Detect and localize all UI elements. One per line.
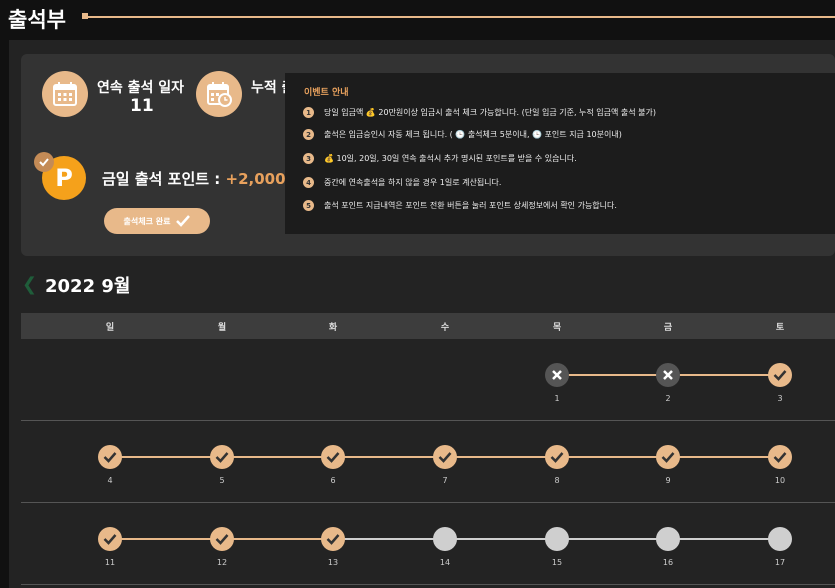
event-item-text: 중간에 연속출석을 하지 않을 경우 1일로 계산됩니다. [324,178,502,187]
title-underline [82,16,835,18]
title-dot [82,13,88,19]
week-divider [21,584,835,585]
calendar-icon [42,71,88,117]
empty-day-marker [433,527,457,551]
weekday-header: 일 월 화 수 목 금 토 [21,313,835,339]
day-connector-line [668,456,780,458]
day-number: 3 [777,394,783,403]
check-icon [98,527,122,551]
weekday-label: 월 [217,323,227,333]
day-connector-line [557,538,668,540]
day-number: 15 [551,558,563,567]
event-item-number: 1 [303,107,314,118]
event-item: 2 출석은 입금승인시 자동 체크 됩니다. ( 🕒 출석체크 5분이내, 🕒 … [303,129,622,140]
day-connector-line [668,538,780,540]
day-connector-line [222,538,333,540]
day-number: 2 [665,394,671,403]
check-icon [210,445,234,469]
day-connector-line [668,374,780,376]
event-item-text: 💰 10일, 20일, 30일 연속 출석시 추가 명시된 포인트를 받을 수 … [324,154,577,163]
day-connector-line [110,456,222,458]
weekday-label: 수 [440,323,450,333]
event-item: 4 중간에 연속출석을 하지 않을 경우 1일로 계산됩니다. [303,177,501,188]
day-number: 12 [216,558,228,567]
check-icon [321,445,345,469]
day-number: 10 [774,476,786,485]
check-icon [656,445,680,469]
day-connector-line [445,456,557,458]
event-info-panel: 이벤트 안내 1 당일 입금액 💰 20만원이상 입금시 출석 체크 가능합니다… [285,73,835,234]
today-points-label: 금일 출석 포인트 : [102,170,221,188]
event-item: 3 💰 10일, 20일, 30일 연속 출석시 추가 명시된 포인트를 받을 … [303,153,577,164]
day-number: 4 [107,476,113,485]
checkmark-icon [176,215,191,227]
day-number: 9 [665,476,671,485]
weekday-label: 금 [663,323,673,333]
event-item-number: 3 [303,153,314,164]
weekday-label: 목 [552,323,562,333]
empty-day-marker [656,527,680,551]
event-item: 1 당일 입금액 💰 20만원이상 입금시 출석 체크 가능합니다. (단일 입… [303,107,656,118]
event-item-number: 2 [303,129,314,140]
attendance-check-button[interactable]: 출석체크 완료 [104,208,210,234]
day-connector-line [557,456,668,458]
week-divider [21,420,835,421]
check-icon [321,527,345,551]
chevron-left-icon[interactable]: ❮ [22,274,37,295]
event-item-number: 4 [303,177,314,188]
weekday-label: 일 [105,323,115,333]
day-number: 1 [554,394,560,403]
event-title: 이벤트 안내 [304,88,349,98]
day-connector-line [222,456,333,458]
check-icon [545,445,569,469]
today-points: 금일 출석 포인트 : +2,000 P [102,168,302,189]
close-icon [656,363,680,387]
close-icon [545,363,569,387]
day-number: 13 [327,558,339,567]
consecutive-attendance-value: 11 [130,96,154,116]
check-icon [34,152,54,172]
attendance-check-button-label: 출석체크 완료 [123,216,171,226]
event-item-text: 출석 포인트 지급내역은 포인트 전환 버튼을 눌러 포인트 상세정보에서 확인… [324,201,617,210]
day-connector-line [557,374,668,376]
day-connector-line [445,538,557,540]
day-connector-line [110,538,222,540]
empty-day-marker [545,527,569,551]
day-number: 16 [662,558,674,567]
check-icon [98,445,122,469]
day-number: 8 [554,476,560,485]
page-title: 출석부 [8,8,66,32]
event-item-text: 출석은 입금승인시 자동 체크 됩니다. ( 🕒 출석체크 5분이내, 🕒 포인… [324,130,622,139]
week-divider [21,502,835,503]
check-icon [210,527,234,551]
check-icon [768,445,792,469]
check-icon [433,445,457,469]
day-number: 6 [330,476,336,485]
weekday-label: 화 [328,323,338,333]
day-connector-line [333,456,445,458]
event-item-text: 당일 입금액 💰 20만원이상 입금시 출석 체크 가능합니다. (단일 입금 … [324,108,657,117]
consecutive-attendance-label: 연속 출석 일자 [97,80,185,96]
day-number: 14 [439,558,451,567]
calendar-clock-icon [196,71,242,117]
day-number: 7 [442,476,448,485]
check-icon [768,363,792,387]
day-number: 17 [774,558,786,567]
page-header: 출석부 [0,0,835,36]
day-number: 11 [104,558,116,567]
weekday-label: 토 [775,323,785,333]
day-connector-line [333,538,445,540]
month-title: 2022 9월 [45,276,131,297]
empty-day-marker [768,527,792,551]
event-item-number: 5 [303,200,314,211]
day-number: 5 [219,476,225,485]
event-item: 5 출석 포인트 지급내역은 포인트 전환 버튼을 눌러 포인트 상세정보에서 … [303,200,617,211]
